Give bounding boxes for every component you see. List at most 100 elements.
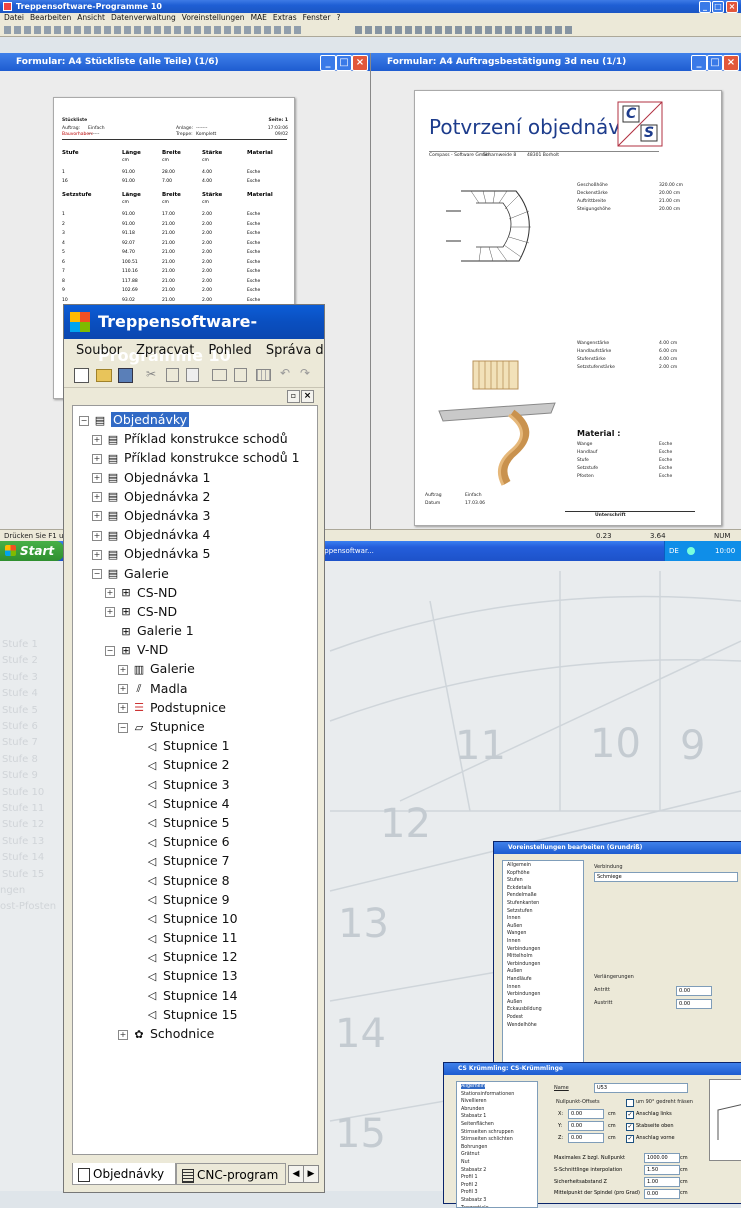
tree-item[interactable]: ⊞ Galerie 1 (73, 621, 317, 640)
tw-menu-item-3[interactable]: Správa dat (266, 343, 324, 358)
dialog1-tree-item[interactable]: Allgemein (507, 863, 531, 868)
menu-item-1[interactable]: Bearbeiten (30, 13, 71, 22)
tw-menu-item-2[interactable]: Pohled (208, 343, 251, 358)
tree-item[interactable]: ◁ Stupnice 4 (73, 794, 317, 813)
expand-icon[interactable]: + (105, 588, 115, 599)
dialog1-tree-item[interactable]: Mittelholm (507, 954, 533, 959)
tree-item[interactable]: ◁ Stupnice 12 (73, 947, 317, 966)
dialog1-tree-item[interactable]: Außen (507, 924, 522, 929)
new-icon[interactable] (74, 368, 89, 383)
dialog2-tree-item[interactable]: Nut (461, 1160, 470, 1165)
menu-item-4[interactable]: Voreinstellungen (182, 13, 245, 22)
panel-close-button[interactable]: × (301, 390, 314, 403)
expand-icon[interactable]: + (92, 530, 102, 541)
dialog2-tree-item[interactable]: Stabsatz 1 (461, 1114, 486, 1119)
pane-left-close[interactable]: × (352, 55, 368, 71)
dialog2-chk2-checkbox[interactable]: ✓ (626, 1123, 634, 1131)
tray-lang[interactable]: DE (669, 541, 679, 561)
expand-icon[interactable]: + (92, 473, 102, 484)
dialog1-tree-item[interactable]: Innen (507, 916, 521, 921)
close-button[interactable]: × (726, 1, 738, 13)
tree-item[interactable]: ◁ Stupnice 5 (73, 813, 317, 832)
cut-icon[interactable]: ✂ (146, 367, 156, 381)
dialog2-tree-item[interactable]: Allgemein (461, 1084, 485, 1089)
tab-scroll-left[interactable]: ◀ (288, 1165, 304, 1183)
dialog2-int-field[interactable]: 1.50 (644, 1165, 680, 1175)
dialog2-rot-checkbox[interactable] (626, 1099, 634, 1107)
tree-item[interactable]: + ▥ Galerie (73, 659, 317, 678)
menu-item-6[interactable]: Extras (273, 13, 297, 22)
pane-right-close[interactable]: × (723, 55, 739, 71)
collapse-icon[interactable]: − (118, 722, 128, 733)
expand-icon[interactable]: + (118, 1029, 128, 1040)
tree-item[interactable]: ◁ Stupnice 1 (73, 736, 317, 755)
tree-item[interactable]: − ⊞ V-ND (73, 640, 317, 659)
print-icon[interactable] (212, 369, 227, 381)
tab-cnc-program[interactable]: CNC-program (176, 1163, 286, 1185)
menu-item-3[interactable]: Datenverwaltung (111, 13, 176, 22)
dialog2-tree-item[interactable]: Stabsatz 3 (461, 1198, 486, 1203)
maximize-button[interactable]: □ (712, 1, 724, 13)
dialog2-name-field[interactable]: U53 (594, 1083, 688, 1093)
dialog2-tree-item[interactable]: Stirnseiten schruppen (461, 1130, 514, 1135)
tree-item[interactable]: ◁ Stupnice 6 (73, 832, 317, 851)
tree-item[interactable]: + ⫽ Madla (73, 679, 317, 698)
dialog2-tree-item[interactable]: Abrunden (461, 1107, 484, 1112)
dialog1-tree-item[interactable]: Pendelmaße (507, 893, 537, 898)
dialog1-field[interactable]: Schmiege (594, 872, 738, 882)
redo-icon[interactable]: ↷ (300, 366, 310, 380)
dialog2-tree-item[interactable]: Profil 3 (461, 1190, 478, 1195)
expand-icon[interactable]: + (92, 434, 102, 445)
dialog1-tree-item[interactable]: Kopfhöhe (507, 871, 530, 876)
collapse-icon[interactable]: − (105, 645, 115, 656)
menu-item-5[interactable]: MAE (251, 13, 267, 22)
dialog1-tree-item[interactable]: Innen (507, 985, 521, 990)
dialog1-tree-item[interactable]: Eckausbildung (507, 1007, 542, 1012)
undo-icon[interactable]: ↶ (280, 366, 290, 380)
tree-item[interactable]: ◁ Stupnice 14 (73, 986, 317, 1005)
dialog1-austritt-field[interactable]: 0.00 (676, 999, 712, 1009)
tree-item[interactable]: ◁ Stupnice 11 (73, 928, 317, 947)
tree-item[interactable]: − ▤ Objednávky (73, 410, 317, 429)
grid-icon[interactable] (256, 369, 271, 381)
tree-item[interactable]: + ▤ Objednávka 5 (73, 544, 317, 563)
tree-item[interactable]: ◁ Stupnice 8 (73, 871, 317, 890)
expand-icon[interactable]: + (92, 549, 102, 560)
tree-item[interactable]: + ⊞ CS-ND (73, 602, 317, 621)
dialog1-tree-item[interactable]: Außen (507, 1000, 522, 1005)
tree-item[interactable]: ◁ Stupnice 9 (73, 890, 317, 909)
minimize-button[interactable]: _ (699, 1, 711, 13)
tree-item[interactable]: + ☰ Podstupnice (73, 698, 317, 717)
dialog1-tree-item[interactable]: Verbindungen (507, 992, 540, 997)
menu-item-8[interactable]: ? (336, 13, 340, 22)
dialog2-tree-item[interactable]: Profil 1 (461, 1175, 478, 1180)
tw-menu-item-1[interactable]: Zpracvat (136, 343, 194, 358)
tree-item[interactable]: + ▤ Objednávka 3 (73, 506, 317, 525)
tree-item[interactable]: ◁ Stupnice 3 (73, 775, 317, 794)
dialog1-antritt-field[interactable]: 0.00 (676, 986, 712, 996)
menu-item-0[interactable]: Datei (4, 13, 24, 22)
collapse-icon[interactable]: − (79, 415, 89, 426)
tree-item[interactable]: ◁ Stupnice 10 (73, 909, 317, 928)
pane-right-minimize[interactable]: _ (691, 55, 707, 71)
toolbar-icons-right[interactable] (355, 26, 575, 34)
menu-item-7[interactable]: Fenster (303, 13, 331, 22)
expand-icon[interactable]: + (118, 703, 128, 714)
dialog2-sich-field[interactable]: 1.00 (644, 1177, 680, 1187)
dialog2-tree-item[interactable]: Stabsatz 2 (461, 1168, 486, 1173)
dialog2-x-field[interactable]: 0.00 (568, 1109, 604, 1119)
dialog1-tree-item[interactable]: Stufenkanten (507, 901, 539, 906)
expand-icon[interactable]: + (118, 664, 128, 675)
pane-left-maximize[interactable]: □ (336, 55, 352, 71)
dialog2-tree-item[interactable]: Stationsinformationen (461, 1092, 514, 1097)
tree-item[interactable]: − ▱ Stupnice (73, 717, 317, 736)
collapse-icon[interactable]: − (92, 569, 102, 579)
open-icon[interactable] (96, 369, 112, 382)
menu-item-2[interactable]: Ansicht (77, 13, 105, 22)
dialog1-tree-item[interactable]: Podest (507, 1015, 523, 1020)
dialog2-z-field[interactable]: 0.00 (568, 1133, 604, 1143)
expand-icon[interactable]: + (105, 607, 115, 618)
dialog1-tree-item[interactable]: Eckdetails (507, 886, 531, 891)
tree-item[interactable]: ◁ Stupnice 13 (73, 966, 317, 985)
dialog2-chk3-checkbox[interactable]: ✓ (626, 1135, 634, 1143)
